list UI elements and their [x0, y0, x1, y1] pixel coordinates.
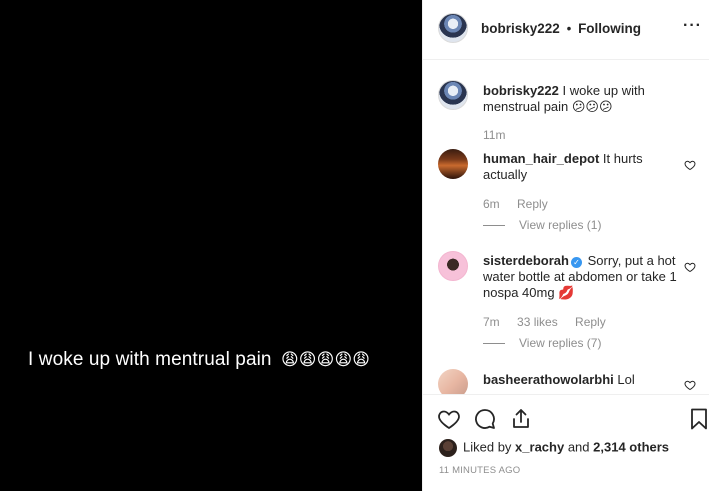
- liked-and: and: [567, 439, 590, 455]
- caption-text-block: bobrisky222 I woke up with menstrual pai…: [483, 83, 678, 115]
- comment-avatar[interactable]: [438, 369, 468, 394]
- comment-meta: 7m 33 likes Reply: [483, 315, 620, 329]
- caption-time[interactable]: 11m: [483, 128, 505, 142]
- header-separator: •: [566, 21, 572, 36]
- liked-user-link[interactable]: x_rachy: [515, 439, 564, 454]
- author-avatar[interactable]: [438, 13, 468, 43]
- comment-reply-button[interactable]: Reply: [517, 197, 548, 211]
- comment-like-heart-icon[interactable]: [684, 261, 696, 273]
- caption-meta: 11m: [483, 128, 519, 142]
- author-username[interactable]: bobrisky222: [481, 21, 560, 36]
- verified-badge-icon: ✓: [570, 257, 582, 268]
- media-overlay-text: I woke up with mentrual pain 😩😩😩😩😩: [28, 349, 370, 371]
- view-replies-line: [483, 343, 505, 345]
- comment-reply-button[interactable]: Reply: [575, 315, 606, 329]
- post-actions: Liked by x_rachy and 2,314 others 11 MIN…: [423, 394, 709, 491]
- post-side-panel: bobrisky222 • Following ··· bobrisky222 …: [422, 0, 709, 491]
- header-user-line: bobrisky222 • Following: [481, 21, 641, 36]
- following-button[interactable]: Following: [578, 21, 641, 36]
- post-header: bobrisky222 • Following ···: [423, 0, 709, 60]
- liker-avatar[interactable]: [439, 439, 457, 457]
- caption-username[interactable]: bobrisky222: [483, 83, 559, 98]
- comment-avatar[interactable]: [438, 251, 468, 281]
- comment-time[interactable]: 6m: [483, 197, 500, 211]
- post-timestamp[interactable]: 11 MINUTES AGO: [439, 465, 520, 476]
- comment-text: Lol: [617, 372, 635, 387]
- more-horizontal-icon[interactable]: ···: [683, 17, 702, 35]
- media-caption-emojis: 😩😩😩😩😩: [280, 350, 371, 369]
- view-replies-line: [483, 225, 505, 227]
- comment-bubble-icon[interactable]: [473, 407, 497, 431]
- comment-meta: 6m Reply: [483, 197, 562, 211]
- caption-avatar[interactable]: [438, 80, 468, 110]
- share-icon[interactable]: [509, 407, 533, 431]
- comment-like-heart-icon[interactable]: [684, 159, 696, 171]
- comment-text-block: basheerathowolarbhi Lol: [483, 372, 678, 388]
- comment-avatar[interactable]: [438, 149, 468, 179]
- view-replies-button[interactable]: View replies (7): [483, 336, 601, 350]
- comment-text-block: human_hair_depot It hurts actually: [483, 151, 678, 183]
- view-replies-label: View replies (1): [519, 218, 602, 232]
- view-replies-label: View replies (7): [519, 336, 602, 350]
- bookmark-icon[interactable]: [687, 407, 709, 431]
- like-heart-icon[interactable]: [437, 407, 461, 431]
- media-caption-text: I woke up with mentrual pain: [28, 349, 272, 370]
- comment-username[interactable]: human_hair_depot: [483, 151, 599, 166]
- post-media[interactable]: I woke up with mentrual pain 😩😩😩😩😩: [0, 0, 422, 491]
- comment-text-block: sisterdeborah ✓ Sorry, put a hot water bo…: [483, 253, 678, 301]
- view-replies-button[interactable]: View replies (1): [483, 218, 601, 232]
- liked-prefix: Liked by: [463, 439, 512, 455]
- liked-by-line: Liked by x_rachy and 2,314 others: [439, 439, 669, 457]
- comment-like-heart-icon[interactable]: [684, 379, 696, 391]
- comment-likes-count[interactable]: 33 likes: [517, 315, 558, 329]
- liked-count-link[interactable]: 2,314 others: [593, 439, 669, 454]
- comments-list[interactable]: bobrisky222 I woke up with menstrual pai…: [423, 61, 709, 394]
- comment-username[interactable]: sisterdeborah: [483, 253, 569, 268]
- comment-time[interactable]: 7m: [483, 315, 500, 329]
- comment-username[interactable]: basheerathowolarbhi: [483, 372, 614, 387]
